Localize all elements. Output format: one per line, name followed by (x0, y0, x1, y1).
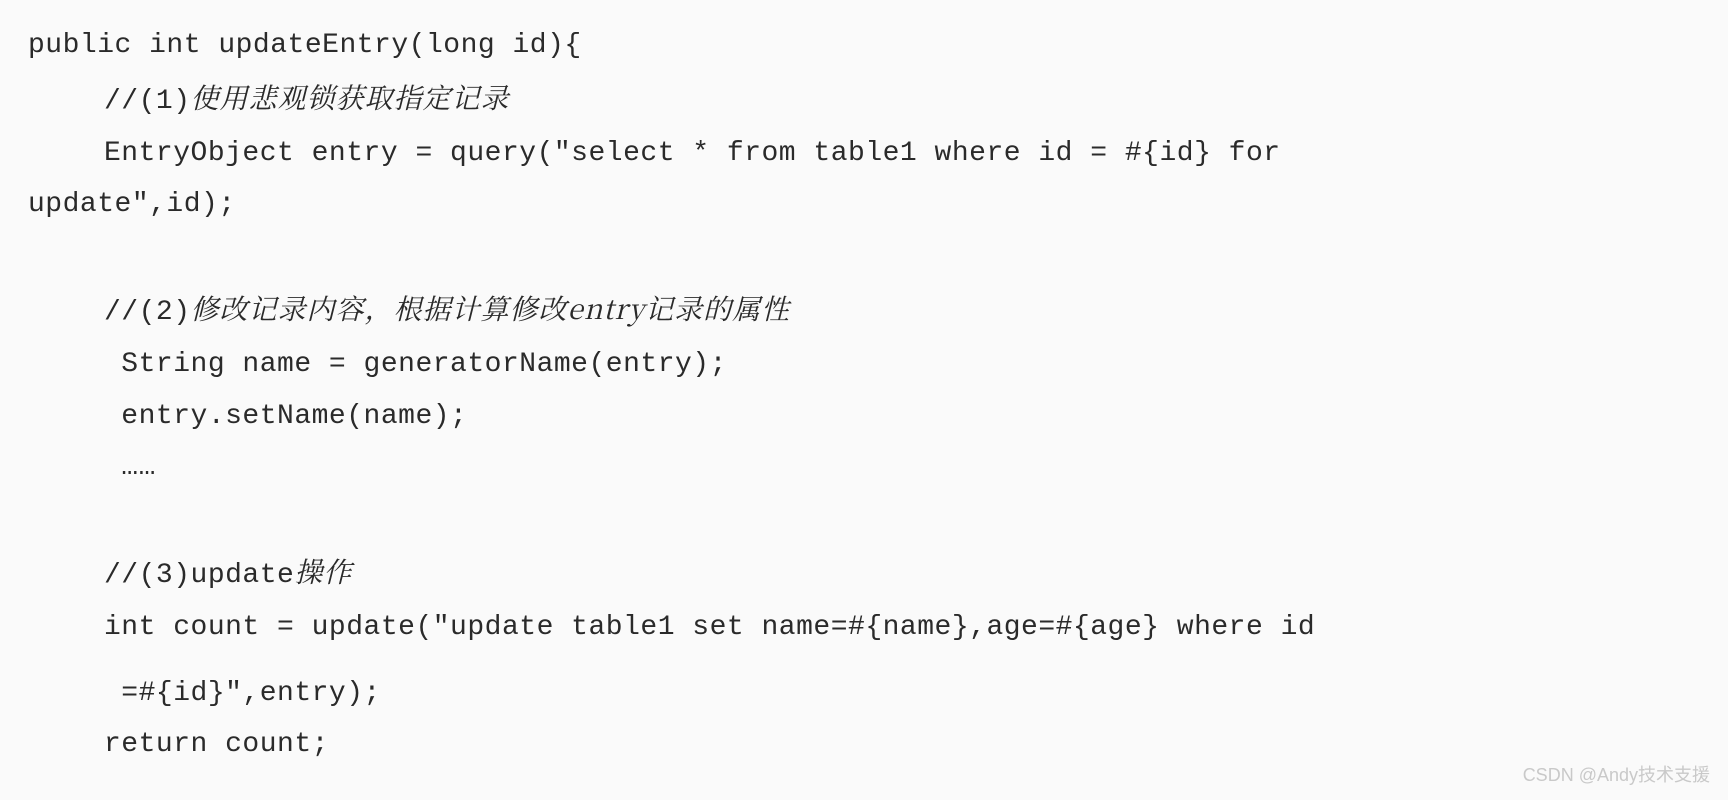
code-line-update-1: int count = update("update table1 set na… (28, 602, 1700, 654)
code-line-ellipsis: …… (28, 442, 1700, 494)
blank-line (28, 231, 1700, 283)
comment-prefix: //(3)update (104, 560, 294, 591)
code-line-update-2: =#{id}",entry); (28, 668, 1700, 720)
blank-line (28, 494, 1700, 546)
comment-prefix: //(1) (104, 86, 191, 117)
code-line-query-2: update",id); (28, 179, 1700, 231)
code-line-string-name: String name = generatorName(entry); (28, 339, 1700, 391)
code-line-return: return count; (28, 719, 1700, 771)
comment-text: 操作 (294, 551, 352, 591)
code-comment-2: //(2)修改记录内容，根据计算修改entry记录的属性 (28, 283, 1700, 339)
comment-text: 使用悲观锁获取指定记录 (191, 77, 510, 117)
comment-text: 修改记录内容，根据计算修改entry记录的属性 (191, 288, 791, 328)
code-comment-1: //(1)使用悲观锁获取指定记录 (28, 72, 1700, 128)
code-line-setname: entry.setName(name); (28, 391, 1700, 443)
csdn-watermark: CSDN @Andy技术支援 (1523, 759, 1710, 792)
comment-prefix: //(2) (104, 297, 191, 328)
blank-line (28, 654, 1700, 668)
code-line-query-1: EntryObject entry = query("select * from… (28, 128, 1700, 180)
code-comment-3: //(3)update操作 (28, 546, 1700, 602)
code-line-signature: public int updateEntry(long id){ (28, 20, 1700, 72)
